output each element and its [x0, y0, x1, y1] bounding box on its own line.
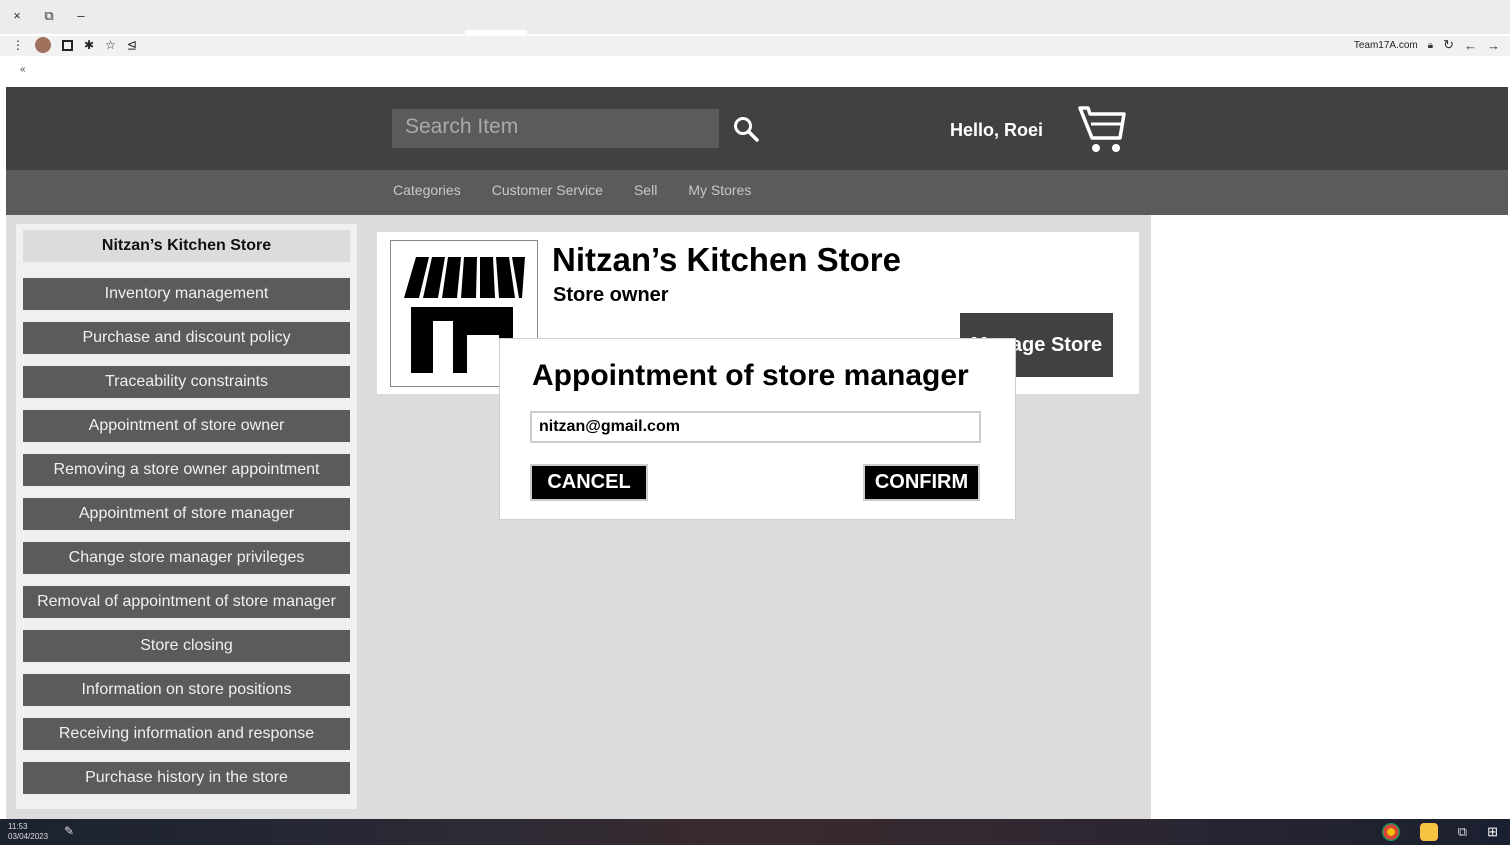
- store-role: Store owner: [553, 284, 669, 306]
- sidebar-item-traceability[interactable]: Traceability constraints: [23, 366, 350, 398]
- reload-icon[interactable]: ↻: [1443, 37, 1454, 53]
- window-titlebar: × ⧉ –: [0, 0, 1510, 34]
- task-view-icon[interactable]: ⧉: [1458, 824, 1467, 840]
- site-header: Search Item Hello, Roei: [6, 87, 1508, 170]
- nav-links: Categories Customer Service Sell My Stor…: [393, 182, 751, 198]
- search-icon[interactable]: [732, 115, 760, 143]
- taskbar-date: 03/04/2023: [8, 832, 49, 841]
- nav-my-stores[interactable]: My Stores: [688, 182, 751, 198]
- sidebar-title: Nitzan’s Kitchen Store: [23, 230, 350, 262]
- store-sidebar: Nitzan’s Kitchen Store Inventory managem…: [16, 224, 357, 809]
- nav-customer-service[interactable]: Customer Service: [492, 182, 603, 198]
- lock-icon: 🔒︎: [1427, 39, 1434, 51]
- taskbar-time: 11:53: [8, 822, 28, 831]
- nav-sell[interactable]: Sell: [634, 182, 657, 198]
- sidebar-item-manager-privileges[interactable]: Change store manager privileges: [23, 542, 350, 574]
- sidebar-item-purchase-discount-policy[interactable]: Purchase and discount policy: [23, 322, 350, 354]
- sidebar-item-remove-owner[interactable]: Removing a store owner appointment: [23, 454, 350, 486]
- windows-start-icon[interactable]: ⊞: [1487, 824, 1498, 840]
- back-arrow-icon[interactable]: →: [1487, 38, 1500, 53]
- sidebar-item-remove-manager[interactable]: Removal of appointment of store manager: [23, 586, 350, 618]
- menu-dots-icon[interactable]: ⋮: [12, 38, 24, 52]
- tab-square-icon[interactable]: [62, 39, 73, 51]
- browser-app-icon[interactable]: [1381, 823, 1400, 841]
- sidebar-item-info-response[interactable]: Receiving information and response: [23, 718, 350, 750]
- url-text[interactable]: Team17A.com: [1354, 40, 1418, 51]
- address-bar[interactable]: [0, 36, 1510, 56]
- taskbar-clock: 11:53 03/04/2023: [8, 822, 48, 842]
- browser-toolbar-right: Team17A.com 🔒︎ ↻ ← →: [1354, 37, 1500, 53]
- sidebar-item-store-positions[interactable]: Information on store positions: [23, 674, 350, 706]
- cancel-button[interactable]: CANCEL: [530, 464, 648, 501]
- appoint-manager-dialog: Appointment of store manager CANCEL CONF…: [499, 338, 1016, 520]
- restore-window-button[interactable]: ⧉: [42, 8, 56, 24]
- confirm-button[interactable]: CONFIRM: [863, 464, 980, 501]
- cart-icon[interactable]: [1074, 102, 1130, 156]
- search-input[interactable]: Search Item: [392, 109, 719, 148]
- forward-arrow-icon[interactable]: ←: [1464, 38, 1477, 53]
- collapse-chevrons[interactable]: «: [20, 64, 26, 75]
- pen-icon[interactable]: ✎: [64, 824, 74, 838]
- sidebar-item-purchase-history[interactable]: Purchase history in the store: [23, 762, 350, 794]
- folder-app-icon[interactable]: [1419, 823, 1438, 841]
- sidebar-item-store-closing[interactable]: Store closing: [23, 630, 350, 662]
- user-greeting: Hello, Roei: [950, 120, 1044, 140]
- window-controls: × ⧉ –: [10, 8, 88, 24]
- pin-icon[interactable]: ⊴: [127, 38, 137, 52]
- nav-categories[interactable]: Categories: [393, 182, 461, 198]
- address-row: ⋮ ✱ ☆ ⊴ Team17A.com 🔒︎ ↻ ← →: [0, 34, 1510, 58]
- minimize-window-button[interactable]: –: [74, 8, 88, 24]
- site-nav: Categories Customer Service Sell My Stor…: [6, 170, 1508, 215]
- browser-toolbar-left: ⋮ ✱ ☆ ⊴: [12, 37, 137, 53]
- sidebar-item-appoint-owner[interactable]: Appointment of store owner: [23, 410, 350, 442]
- profile-avatar[interactable]: [35, 37, 51, 53]
- email-field[interactable]: [530, 411, 981, 443]
- right-margin: [1151, 215, 1508, 819]
- star-icon[interactable]: ☆: [105, 38, 116, 52]
- sidebar-item-appoint-manager[interactable]: Appointment of store manager: [23, 498, 350, 530]
- dialog-title: Appointment of store manager: [532, 359, 969, 392]
- os-taskbar: 11:53 03/04/2023 ✎ ⧉ ⊞: [0, 819, 1510, 845]
- close-window-button[interactable]: ×: [10, 8, 24, 24]
- sidebar-item-inventory[interactable]: Inventory management: [23, 278, 350, 310]
- extension-icon[interactable]: ✱: [84, 38, 94, 52]
- store-name: Nitzan’s Kitchen Store: [552, 241, 901, 278]
- taskbar-apps: ⧉ ⊞: [1381, 823, 1498, 841]
